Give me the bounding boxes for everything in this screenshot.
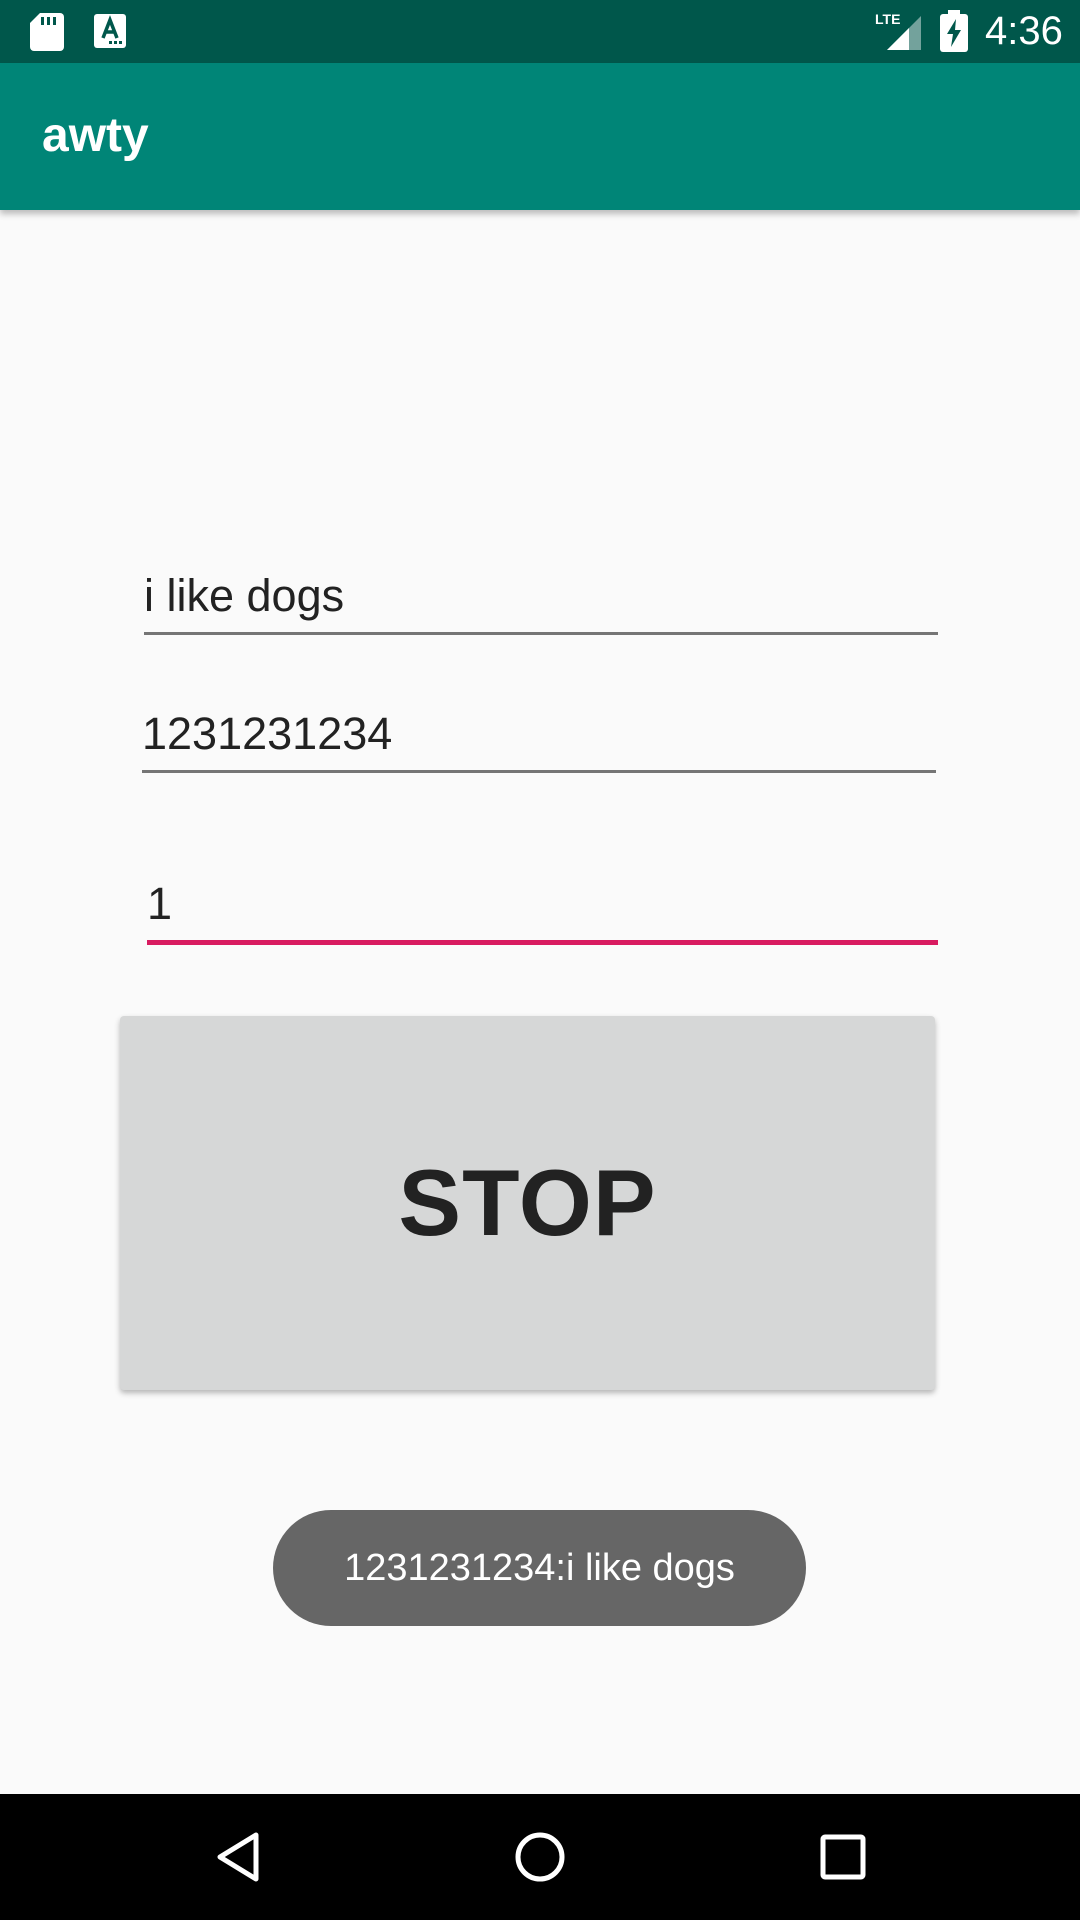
home-icon[interactable] [510,1827,570,1887]
interval-minutes-value: 1 [147,878,173,929]
back-icon[interactable] [208,1827,268,1887]
navigation-bar [0,1794,1080,1920]
stop-button[interactable]: STOP [120,1016,935,1390]
app-bar: awty [0,63,1080,210]
phone-field-value: 1231231234 [142,708,393,759]
phone-field[interactable]: 1231231234 [142,702,936,773]
message-field-value: i like dogs [144,570,345,621]
interval-minutes-field[interactable]: 1 [147,868,938,945]
svg-text:LTE: LTE [875,11,900,27]
recents-icon[interactable] [813,1827,873,1887]
sd-card-icon [30,13,64,51]
lte-signal-icon: LTE [875,11,921,50]
app-screen: LTE 4:36 awty i like dogs 1231231234 1 S… [0,0,1080,1920]
status-clock: 4:36 [985,9,1063,53]
app-title: awty [42,109,149,162]
toast-message: 1231231234:i like dogs [273,1510,806,1626]
message-field[interactable]: i like dogs [144,562,938,635]
text-a-icon [94,14,126,48]
stop-button-label: STOP [398,1150,657,1255]
status-bar: LTE 4:36 [0,0,1080,63]
battery-charging-icon [940,10,968,52]
toast-text: 1231231234:i like dogs [344,1546,735,1589]
